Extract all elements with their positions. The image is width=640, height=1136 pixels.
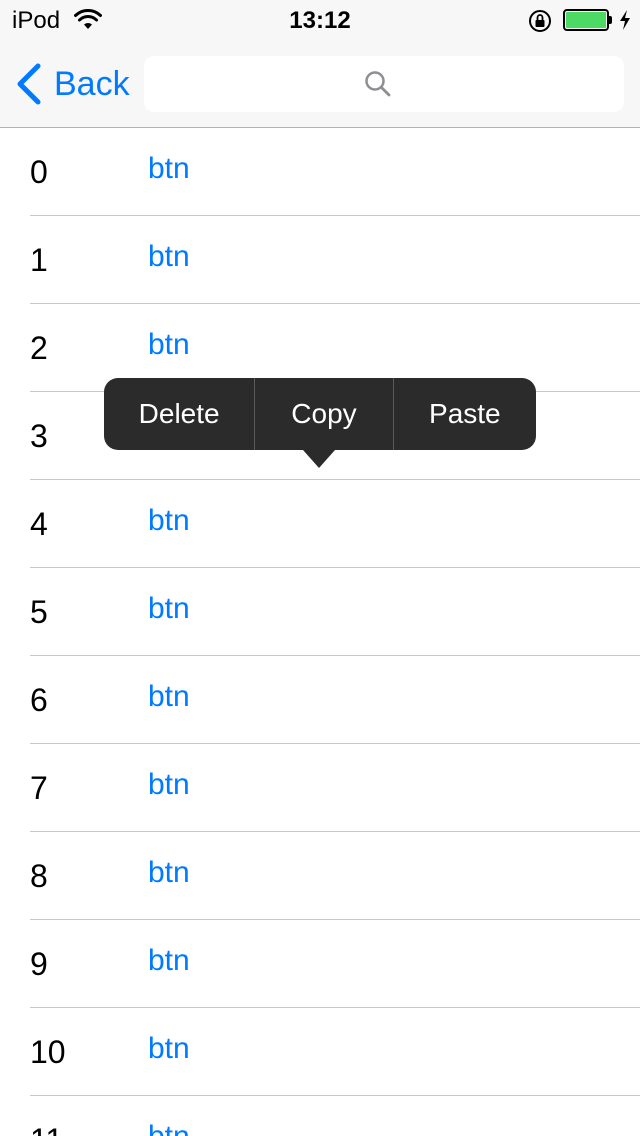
row-index: 10	[30, 1034, 66, 1070]
row-button[interactable]: btn	[148, 680, 190, 714]
row-button[interactable]: btn	[148, 768, 190, 802]
row-index: 7	[30, 770, 48, 806]
row-button[interactable]: btn	[148, 152, 190, 186]
row-button[interactable]: btn	[148, 1032, 190, 1066]
screen: iPod 13:12 Back 0 btn 1 btn 2 btn 3 4 bt…	[0, 0, 640, 1136]
table-row[interactable]: 6 btn	[0, 656, 640, 744]
table-row[interactable]: 8 btn	[0, 832, 640, 920]
row-button[interactable]: btn	[148, 856, 190, 890]
menu-item-paste[interactable]: Paste	[394, 378, 536, 450]
table-row[interactable]: 10 btn	[0, 1008, 640, 1096]
back-button[interactable]: Back	[14, 60, 138, 108]
row-button[interactable]: btn	[148, 240, 190, 274]
back-button-label: Back	[54, 64, 130, 103]
row-index: 2	[30, 330, 48, 366]
battery-icon	[563, 9, 613, 31]
row-button[interactable]: btn	[148, 328, 190, 362]
row-index: 6	[30, 682, 48, 718]
row-index: 3	[30, 418, 48, 454]
row-index: 11	[30, 1122, 63, 1136]
menu-item-delete[interactable]: Delete	[104, 378, 254, 450]
row-index: 5	[30, 594, 48, 630]
charging-icon	[620, 10, 630, 30]
search-icon	[365, 71, 391, 97]
table-row[interactable]: 7 btn	[0, 744, 640, 832]
row-index: 1	[30, 242, 48, 278]
rotation-lock-icon	[529, 10, 551, 32]
navigation-bar: Back	[0, 40, 640, 128]
table-row[interactable]: 5 btn	[0, 568, 640, 656]
row-index: 4	[30, 506, 48, 542]
search-input[interactable]	[144, 56, 624, 112]
row-index: 0	[30, 154, 48, 190]
table-row[interactable]: 11 btn	[0, 1096, 640, 1136]
table-row[interactable]: 0 btn	[0, 128, 640, 216]
table-row[interactable]: 1 btn	[0, 216, 640, 304]
edit-menu: Delete Copy Paste	[104, 378, 536, 450]
menu-item-copy[interactable]: Copy	[255, 378, 392, 450]
status-bar: iPod 13:12	[0, 0, 640, 40]
table-view: 0 btn 1 btn 2 btn 3 btn 4 btn 5 btn 6 bt…	[0, 128, 640, 1136]
row-button[interactable]: btn	[148, 944, 190, 978]
table-row[interactable]: 4 btn	[0, 480, 640, 568]
row-button[interactable]: btn	[148, 504, 190, 538]
row-button[interactable]: btn	[148, 1120, 190, 1136]
edit-menu-arrow	[303, 450, 335, 468]
table-row[interactable]: 9 btn	[0, 920, 640, 1008]
row-index: 8	[30, 858, 48, 894]
row-button[interactable]: btn	[148, 592, 190, 626]
row-index: 9	[30, 946, 48, 982]
chevron-left-icon	[17, 63, 41, 105]
